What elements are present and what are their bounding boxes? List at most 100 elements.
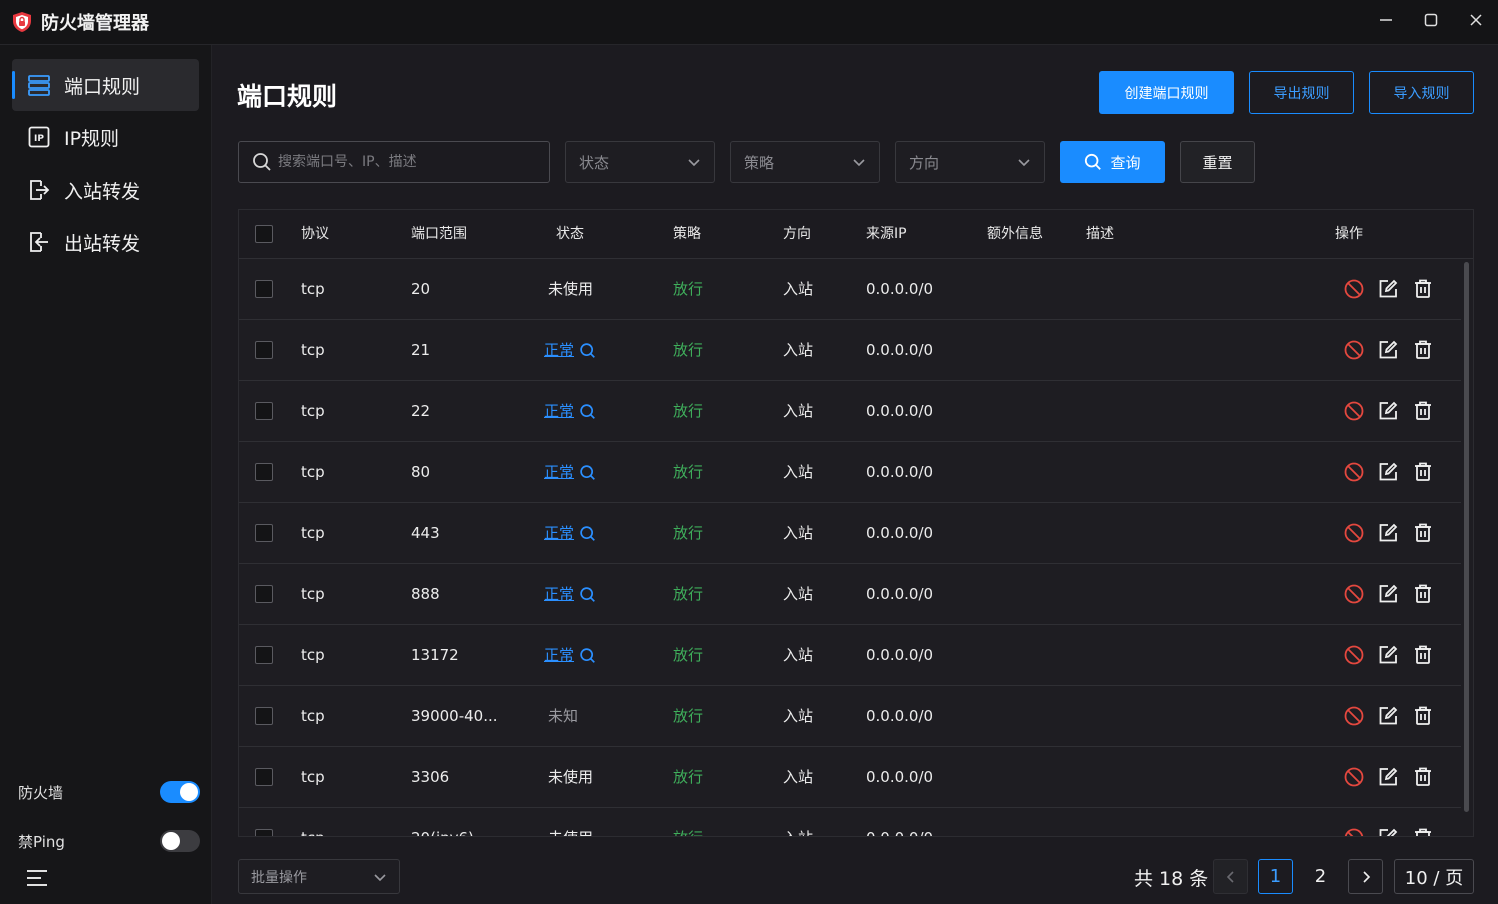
maximize-button[interactable] — [1408, 0, 1453, 40]
status-cell[interactable]: 正常 — [544, 564, 596, 624]
disable-icon[interactable] — [1343, 644, 1365, 666]
disable-icon[interactable] — [1343, 827, 1365, 837]
reset-button[interactable]: 重置 — [1180, 141, 1255, 183]
search-detail-icon[interactable] — [579, 342, 596, 359]
row-checkbox[interactable] — [255, 585, 273, 603]
edit-icon[interactable] — [1377, 705, 1399, 727]
sidebar-item-inbound-forward[interactable]: 入站转发 — [12, 164, 199, 216]
status-cell[interactable]: 正常 — [544, 503, 596, 563]
row-checkbox[interactable] — [255, 463, 273, 481]
menu-icon[interactable] — [26, 868, 48, 888]
minimize-button[interactable] — [1363, 0, 1408, 40]
row-checkbox[interactable] — [255, 341, 273, 359]
row-checkbox[interactable] — [255, 768, 273, 786]
next-page-button[interactable] — [1348, 859, 1383, 894]
column-policy: 策略 — [673, 226, 701, 242]
status-cell: 未使用 — [548, 280, 594, 298]
row-checkbox[interactable] — [255, 524, 273, 542]
firewall-toggle[interactable] — [160, 781, 200, 803]
disable-icon[interactable] — [1343, 400, 1365, 422]
status-link[interactable]: 正常 — [544, 463, 574, 481]
edit-icon[interactable] — [1377, 400, 1399, 422]
sidebar-item-outbound-forward[interactable]: 出站转发 — [12, 216, 199, 268]
protocol-cell: tcp — [301, 402, 325, 420]
prev-page-button[interactable] — [1213, 859, 1248, 894]
row-checkbox[interactable] — [255, 829, 273, 836]
delete-icon[interactable] — [1412, 766, 1434, 788]
disable-icon[interactable] — [1343, 583, 1365, 605]
status-link[interactable]: 正常 — [544, 341, 574, 359]
search-input[interactable] — [278, 154, 538, 170]
table-header: 协议 端口范围 状态 策略 方向 来源IP 额外信息 描述 操作 — [239, 210, 1473, 259]
status-select[interactable]: 状态 — [565, 141, 715, 183]
edit-icon[interactable] — [1377, 827, 1399, 837]
search-detail-icon[interactable] — [579, 647, 596, 664]
edit-icon[interactable] — [1377, 339, 1399, 361]
disable-icon[interactable] — [1343, 339, 1365, 361]
delete-icon[interactable] — [1412, 827, 1434, 837]
close-button[interactable] — [1453, 0, 1498, 40]
ping-toggle[interactable] — [160, 830, 200, 852]
create-port-rule-button[interactable]: 创建端口规则 — [1099, 71, 1234, 114]
disable-icon[interactable] — [1343, 461, 1365, 483]
delete-icon[interactable] — [1412, 644, 1434, 666]
search-detail-icon[interactable] — [579, 586, 596, 603]
table-row: tcp 20(ipv6) 未使用 放行 入站 0.0.0.0/0 — [239, 808, 1461, 837]
policy-select[interactable]: 策略 — [730, 141, 880, 183]
row-checkbox[interactable] — [255, 646, 273, 664]
page-button-1[interactable]: 1 — [1258, 859, 1293, 894]
edit-icon[interactable] — [1377, 583, 1399, 605]
disable-icon[interactable] — [1343, 766, 1365, 788]
delete-icon[interactable] — [1412, 583, 1434, 605]
status-cell[interactable]: 正常 — [544, 381, 596, 441]
edit-icon[interactable] — [1377, 522, 1399, 544]
edit-icon[interactable] — [1377, 644, 1399, 666]
edit-icon[interactable] — [1377, 461, 1399, 483]
column-direction: 方向 — [783, 226, 811, 242]
row-checkbox[interactable] — [255, 280, 273, 298]
status-link[interactable]: 正常 — [544, 646, 574, 664]
disable-icon[interactable] — [1343, 522, 1365, 544]
sidebar-item-ip-rules[interactable]: IP IP规则 — [12, 111, 199, 163]
source-ip-cell: 0.0.0.0/0 — [866, 768, 934, 786]
edit-icon[interactable] — [1377, 278, 1399, 300]
sidebar: 端口规则 IP IP规则 入站转发 出站转发 防火墙 禁Ping — [0, 45, 212, 904]
policy-cell: 放行 — [673, 524, 704, 542]
delete-icon[interactable] — [1412, 461, 1434, 483]
port-cell: 20 — [411, 280, 431, 298]
sidebar-item-port-rules[interactable]: 端口规则 — [12, 59, 199, 111]
status-cell[interactable]: 正常 — [544, 320, 596, 380]
status-cell: 未知 — [548, 707, 579, 725]
query-button[interactable]: 查询 — [1060, 141, 1165, 183]
status-cell[interactable]: 正常 — [544, 442, 596, 502]
disable-icon[interactable] — [1343, 278, 1365, 300]
direction-select[interactable]: 方向 — [895, 141, 1045, 183]
status-link[interactable]: 正常 — [544, 524, 574, 542]
export-rules-button[interactable]: 导出规则 — [1249, 71, 1354, 114]
disable-icon[interactable] — [1343, 705, 1365, 727]
table-scrollbar[interactable] — [1464, 262, 1469, 812]
row-checkbox[interactable] — [255, 707, 273, 725]
delete-icon[interactable] — [1412, 339, 1434, 361]
import-rules-button[interactable]: 导入规则 — [1369, 71, 1474, 114]
status-cell[interactable]: 正常 — [544, 625, 596, 685]
delete-icon[interactable] — [1412, 278, 1434, 300]
status-link[interactable]: 正常 — [544, 402, 574, 420]
page-button-2[interactable]: 2 — [1303, 859, 1338, 894]
delete-icon[interactable] — [1412, 705, 1434, 727]
status-link[interactable]: 正常 — [544, 585, 574, 603]
direction-cell: 入站 — [783, 463, 814, 481]
source-ip-cell: 0.0.0.0/0 — [866, 463, 934, 481]
chevron-right-icon — [1362, 870, 1370, 883]
search-detail-icon[interactable] — [579, 403, 596, 420]
delete-icon[interactable] — [1412, 522, 1434, 544]
policy-cell: 放行 — [673, 280, 704, 298]
edit-icon[interactable] — [1377, 766, 1399, 788]
row-checkbox[interactable] — [255, 402, 273, 420]
delete-icon[interactable] — [1412, 400, 1434, 422]
search-detail-icon[interactable] — [579, 464, 596, 481]
page-size-select[interactable]: 10 / 页 — [1394, 859, 1474, 894]
batch-operation-select[interactable]: 批量操作 — [238, 859, 400, 894]
select-all-checkbox[interactable] — [255, 225, 273, 243]
search-detail-icon[interactable] — [579, 525, 596, 542]
